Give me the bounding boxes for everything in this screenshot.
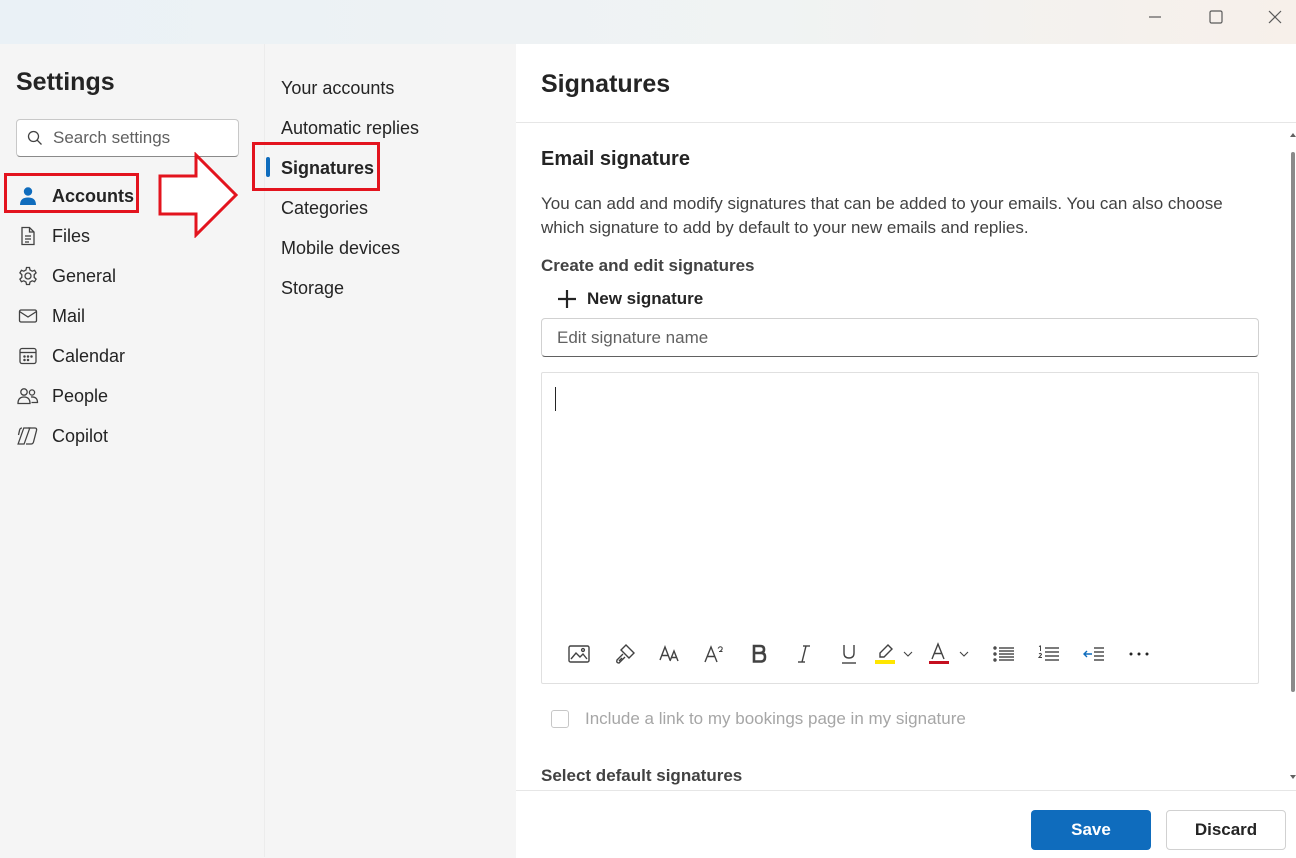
bullets-icon bbox=[993, 646, 1014, 662]
save-button[interactable]: Save bbox=[1031, 810, 1151, 850]
bookings-checkbox[interactable] bbox=[551, 710, 569, 728]
subnav-your-accounts[interactable]: Your accounts bbox=[281, 73, 394, 103]
section-heading: Email signature bbox=[541, 148, 690, 170]
nav-files[interactable]: Files bbox=[16, 220, 90, 252]
page-title: Signatures bbox=[541, 70, 671, 98]
nav-accounts[interactable]: Accounts bbox=[16, 180, 134, 212]
subnav-mobile-devices[interactable]: Mobile devices bbox=[281, 233, 400, 263]
underline-button[interactable] bbox=[826, 637, 872, 671]
formatting-toolbar bbox=[556, 636, 1162, 672]
subnav-storage[interactable]: Storage bbox=[281, 273, 344, 303]
nav-label: Accounts bbox=[52, 185, 135, 206]
person-icon bbox=[16, 184, 40, 208]
create-edit-heading: Create and edit signatures bbox=[541, 256, 755, 275]
mail-icon bbox=[16, 304, 40, 328]
nav-mail[interactable]: Mail bbox=[16, 300, 85, 332]
font-color-icon bbox=[929, 642, 969, 664]
scrollbar-thumb[interactable] bbox=[1291, 152, 1295, 692]
nav-calendar[interactable]: Calendar bbox=[16, 340, 125, 372]
highlight-icon bbox=[875, 644, 913, 664]
footer-actions: Save Discard bbox=[516, 790, 1296, 858]
arrow-annotation-icon bbox=[158, 152, 239, 238]
nav-label: Files bbox=[52, 225, 91, 246]
plus-icon bbox=[558, 290, 576, 308]
calendar-icon bbox=[16, 344, 40, 368]
superscript-button[interactable] bbox=[692, 637, 736, 671]
text-caret bbox=[555, 387, 556, 411]
scroll-down-icon bbox=[1290, 775, 1296, 779]
insert-picture-button[interactable] bbox=[556, 637, 602, 671]
numbering-icon bbox=[1038, 645, 1059, 661]
title-bar bbox=[0, 0, 1296, 44]
nav-label: Calendar bbox=[52, 345, 126, 366]
more-options-button[interactable] bbox=[1116, 637, 1162, 671]
nav-people[interactable]: People bbox=[16, 380, 108, 412]
default-signatures-heading: Select default signatures bbox=[541, 766, 743, 785]
subnav-categories[interactable]: Categories bbox=[281, 193, 368, 223]
new-signature-label: New signature bbox=[587, 289, 704, 308]
scroll-up-icon bbox=[1290, 133, 1296, 137]
gear-icon bbox=[16, 264, 40, 288]
italic-button[interactable] bbox=[782, 637, 826, 671]
highlight-button[interactable] bbox=[872, 637, 918, 671]
close-button[interactable] bbox=[1246, 0, 1296, 34]
format-painter-button[interactable] bbox=[602, 637, 648, 671]
maximize-button[interactable] bbox=[1187, 0, 1245, 34]
scrollbar[interactable] bbox=[1288, 132, 1296, 782]
subnav-signatures[interactable]: Signatures bbox=[281, 153, 374, 183]
nav-general[interactable]: General bbox=[16, 260, 116, 292]
search-input[interactable] bbox=[51, 127, 235, 149]
bold-icon bbox=[752, 644, 767, 663]
signatures-panel: Signatures Email signature You can add a… bbox=[516, 44, 1296, 858]
active-indicator bbox=[266, 157, 270, 177]
bullets-button[interactable] bbox=[982, 637, 1026, 671]
nav-label: Copilot bbox=[52, 425, 109, 446]
numbering-button[interactable] bbox=[1026, 637, 1072, 671]
minimize-button[interactable] bbox=[1126, 0, 1184, 34]
divider bbox=[516, 122, 1296, 123]
nav-label: People bbox=[52, 385, 109, 406]
font-size-button[interactable] bbox=[648, 637, 692, 671]
search-icon bbox=[27, 130, 42, 145]
superscript-icon bbox=[704, 645, 723, 663]
more-options-icon bbox=[1129, 652, 1149, 656]
signature-editor[interactable] bbox=[541, 372, 1259, 684]
insert-picture-icon bbox=[568, 645, 590, 663]
bookings-link-option: Include a link to my bookings page in my… bbox=[551, 709, 966, 729]
settings-title: Settings bbox=[16, 68, 115, 96]
bold-button[interactable] bbox=[736, 637, 782, 671]
maximize-icon bbox=[1209, 10, 1223, 24]
decrease-indent-icon bbox=[1083, 647, 1104, 661]
font-color-button[interactable] bbox=[918, 637, 982, 671]
italic-icon bbox=[798, 645, 810, 663]
decrease-indent-button[interactable] bbox=[1072, 637, 1116, 671]
signature-name-input[interactable] bbox=[541, 318, 1259, 357]
subnav-automatic-replies[interactable]: Automatic replies bbox=[281, 113, 419, 143]
people-icon bbox=[16, 384, 40, 408]
close-icon bbox=[1268, 10, 1282, 24]
nav-copilot[interactable]: Copilot bbox=[16, 420, 108, 452]
copilot-icon bbox=[16, 424, 40, 448]
nav-label: Mail bbox=[52, 305, 86, 326]
description-text: You can add and modify signatures that c… bbox=[541, 194, 1223, 237]
discard-button[interactable]: Discard bbox=[1166, 810, 1286, 850]
underline-icon bbox=[842, 645, 856, 664]
new-signature-button[interactable]: New signature bbox=[557, 284, 703, 314]
font-size-icon bbox=[659, 645, 679, 662]
bookings-label: Include a link to my bookings page in my… bbox=[585, 709, 966, 728]
nav-label: General bbox=[52, 265, 117, 286]
format-painter-icon bbox=[616, 644, 635, 664]
minimize-icon bbox=[1149, 16, 1161, 18]
file-icon bbox=[16, 224, 40, 248]
